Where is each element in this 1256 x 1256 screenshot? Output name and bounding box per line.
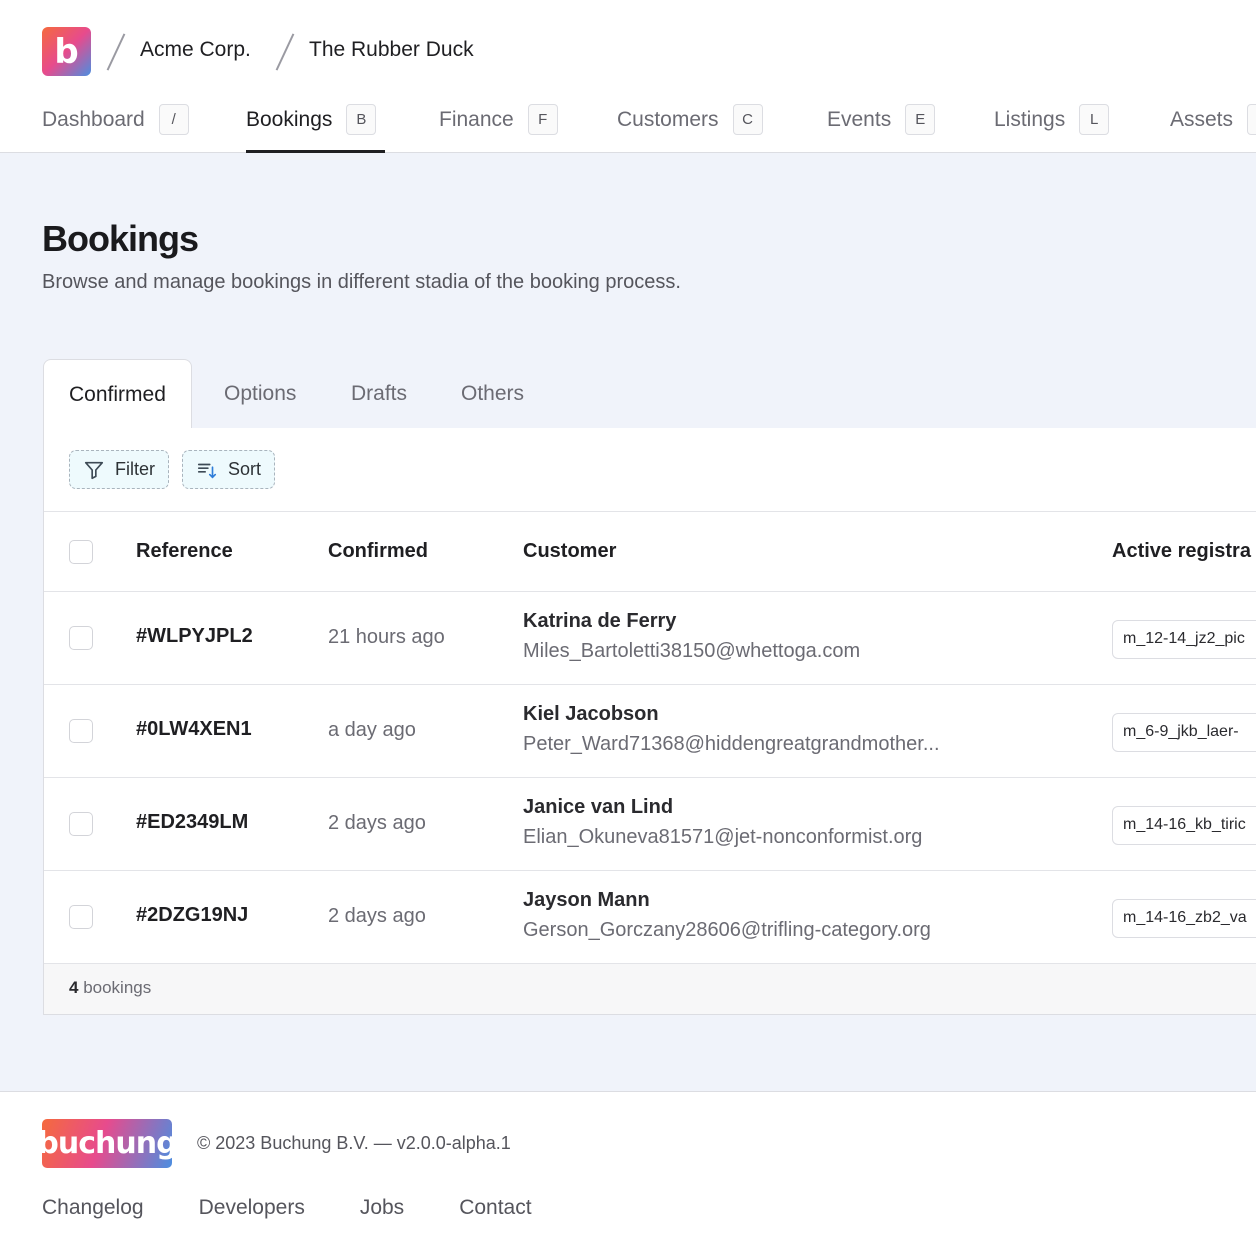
row-checkbox[interactable] xyxy=(69,812,93,836)
footer-link-contact[interactable]: Contact xyxy=(459,1196,531,1220)
column-header-customer[interactable]: Customer xyxy=(523,540,616,563)
breadcrumb-organization[interactable]: Acme Corp. xyxy=(140,38,251,62)
footer-links: Changelog Developers Jobs Contact xyxy=(42,1196,587,1220)
booking-reference[interactable]: #2DZG19NJ xyxy=(136,904,248,927)
nav-item-assets[interactable]: Assets xyxy=(1170,96,1256,153)
copyright-text: © 2023 Buchung B.V. — v2.0.0-alpha.1 xyxy=(197,1133,511,1153)
table-row[interactable]: #WLPYJPL2 21 hours ago Katrina de Ferry … xyxy=(44,592,1256,685)
customer-name[interactable]: Jayson Mann xyxy=(523,889,650,912)
confirmed-time: a day ago xyxy=(328,719,416,741)
nav-label: Dashboard xyxy=(42,108,145,131)
registration-chip[interactable]: m_6-9_jkb_laer- xyxy=(1112,713,1256,752)
page-title: Bookings xyxy=(42,218,199,259)
table-toolbar: Filter Sort xyxy=(69,450,276,489)
footer-logo[interactable]: buchung xyxy=(37,1119,178,1168)
select-all-checkbox[interactable] xyxy=(69,540,93,564)
nav-item-finance[interactable]: Finance F xyxy=(439,96,558,153)
customer-email: Elian_Okuneva81571@jet-nonconformist.org xyxy=(523,826,923,848)
column-header-active-registrations[interactable]: Active registra xyxy=(1112,540,1251,563)
row-checkbox[interactable] xyxy=(69,626,93,650)
sort-label: Sort xyxy=(228,459,262,479)
app-logo[interactable]: b xyxy=(42,27,91,76)
shortcut-badge: / xyxy=(158,104,189,135)
nav-label: Events xyxy=(827,108,892,131)
shortcut-badge: E xyxy=(905,104,936,135)
nav-label: Listings xyxy=(994,108,1066,131)
page-subtitle: Browse and manage bookings in different … xyxy=(42,271,681,293)
shortcut-badge: L xyxy=(1079,104,1110,135)
nav-label: Bookings xyxy=(246,108,333,131)
shortcut-badge xyxy=(1247,104,1256,135)
filter-button[interactable]: Filter xyxy=(69,450,169,489)
customer-name[interactable]: Katrina de Ferry xyxy=(523,610,676,633)
tab-confirmed[interactable]: Confirmed xyxy=(43,359,192,430)
top-header: b Acme Corp. The Rubber Duck Dashboard /… xyxy=(0,0,1256,153)
filter-label: Filter xyxy=(115,459,155,479)
bookings-count-label: bookings xyxy=(78,978,152,997)
breadcrumb-venue[interactable]: The Rubber Duck xyxy=(309,38,474,62)
table-footer: 4 bookings xyxy=(44,964,1256,1014)
registration-chip[interactable]: m_12-14_jz2_pic xyxy=(1112,620,1256,659)
row-checkbox[interactable] xyxy=(69,719,93,743)
nav-item-bookings[interactable]: Bookings B xyxy=(246,96,385,153)
tab-options[interactable]: Options xyxy=(224,359,296,429)
table-row[interactable]: #0LW4XEN1 a day ago Kiel Jacobson Peter_… xyxy=(44,685,1256,778)
page-footer: buchung © 2023 Buchung B.V. — v2.0.0-alp… xyxy=(0,1091,1256,1256)
main-nav: Dashboard / Bookings B Finance F Custome… xyxy=(0,96,1256,153)
shortcut-badge: F xyxy=(527,104,558,135)
footer-link-developers[interactable]: Developers xyxy=(199,1196,305,1220)
customer-name[interactable]: Kiel Jacobson xyxy=(523,703,659,726)
confirmed-time: 2 days ago xyxy=(328,905,426,927)
bookings-panel: Filter Sort Reference Confirmed Customer… xyxy=(43,428,1256,1015)
row-checkbox[interactable] xyxy=(69,905,93,929)
booking-reference[interactable]: #0LW4XEN1 xyxy=(136,718,252,741)
nav-label: Customers xyxy=(617,108,719,131)
footer-link-jobs[interactable]: Jobs xyxy=(360,1196,404,1220)
shortcut-badge: C xyxy=(732,104,763,135)
customer-email: Gerson_Gorczany28606@trifling-category.o… xyxy=(523,919,931,941)
column-header-confirmed[interactable]: Confirmed xyxy=(328,540,428,563)
registration-chip[interactable]: m_14-16_zb2_va xyxy=(1112,899,1256,938)
tab-others[interactable]: Others xyxy=(461,359,524,429)
table-header-row: Reference Confirmed Customer Active regi… xyxy=(44,511,1256,592)
breadcrumb-separator xyxy=(275,33,295,71)
nav-item-events[interactable]: Events E xyxy=(827,96,936,153)
booking-status-tabs: Confirmed Options Drafts Others xyxy=(43,359,1256,430)
column-header-reference[interactable]: Reference xyxy=(136,540,233,563)
sort-icon xyxy=(197,463,217,479)
bookings-count: 4 bookings xyxy=(69,978,151,998)
filter-icon xyxy=(84,461,104,479)
sort-button[interactable]: Sort xyxy=(182,450,276,489)
confirmed-time: 21 hours ago xyxy=(328,626,445,648)
booking-reference[interactable]: #ED2349LM xyxy=(136,811,248,834)
nav-label: Assets xyxy=(1170,108,1234,131)
nav-item-customers[interactable]: Customers C xyxy=(617,96,763,153)
registration-chip[interactable]: m_14-16_kb_tiric xyxy=(1112,806,1256,845)
nav-label: Finance xyxy=(439,108,514,131)
nav-item-listings[interactable]: Listings L xyxy=(994,96,1110,153)
customer-email: Peter_Ward71368@hiddengreatgrandmother..… xyxy=(523,733,940,755)
customer-name[interactable]: Janice van Lind xyxy=(523,796,673,819)
footer-link-changelog[interactable]: Changelog xyxy=(42,1196,144,1220)
nav-item-dashboard[interactable]: Dashboard / xyxy=(42,96,189,153)
confirmed-time: 2 days ago xyxy=(328,812,426,834)
booking-reference[interactable]: #WLPYJPL2 xyxy=(136,625,253,648)
breadcrumb-separator xyxy=(106,33,126,71)
shortcut-badge: B xyxy=(346,104,377,135)
table-row[interactable]: #ED2349LM 2 days ago Janice van Lind Eli… xyxy=(44,778,1256,871)
table-row[interactable]: #2DZG19NJ 2 days ago Jayson Mann Gerson_… xyxy=(44,871,1256,964)
customer-email: Miles_Bartoletti38150@whettoga.com xyxy=(523,640,861,662)
tab-drafts[interactable]: Drafts xyxy=(351,359,407,429)
